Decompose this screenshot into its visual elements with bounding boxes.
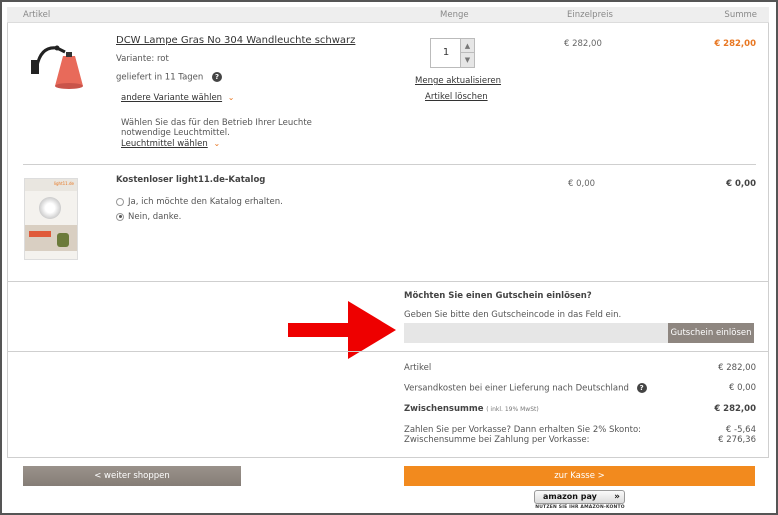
item-unit-price: € 282,00	[564, 39, 602, 49]
prepay-value1: € -5,64	[725, 425, 756, 435]
checkout-button[interactable]: zur Kasse >	[404, 466, 755, 486]
item-sum: € 282,00	[714, 39, 756, 49]
totals-subtotal-value: € 282,00	[714, 404, 756, 414]
increment-arrow-icon[interactable]: ▲	[461, 39, 474, 53]
item-delivery: geliefert in 11 Tagen ?	[116, 72, 223, 83]
catalog-option-yes[interactable]: Ja, ich möchte den Katalog erhalten.	[116, 197, 283, 207]
catalog-title: Kostenloser light11.de-Katalog	[116, 175, 266, 185]
header-sum: Summe	[724, 10, 757, 20]
option-yes-label: Ja, ich möchte den Katalog erhalten.	[128, 197, 283, 207]
shipping-label: Versandkosten bei einer Lieferung nach D…	[404, 383, 629, 394]
double-chevron-right-icon: »	[614, 492, 620, 502]
prepay-line2: Zwischensumme bei Zahlung per Vorkasse:	[404, 435, 590, 445]
decrement-arrow-icon[interactable]: ▼	[461, 53, 474, 67]
amazon-pay-subtitle: NUTZEN SIE IHR AMAZON-KONTO	[535, 505, 625, 510]
chevron-down-icon: ⌄	[227, 93, 235, 102]
bulb-link[interactable]: Leuchtmittel wählen	[121, 139, 208, 149]
delivery-text: geliefert in 11 Tagen	[116, 72, 204, 83]
totals-article-value: € 282,00	[718, 363, 756, 373]
divider	[23, 164, 756, 165]
catalog-unit-price: € 0,00	[568, 179, 596, 189]
option-no-label: Nein, danke.	[128, 212, 182, 222]
header-qty: Menge	[440, 10, 469, 20]
header-article: Artikel	[23, 10, 51, 20]
divider	[7, 351, 769, 352]
left-border	[7, 23, 8, 458]
prepay-values: € -5,64 € 276,36	[718, 425, 756, 445]
stepper-buttons: ▲ ▼	[460, 39, 474, 67]
catalog-sum: € 0,00	[726, 179, 756, 189]
continue-shopping-button[interactable]: < weiter shoppen	[23, 466, 241, 486]
right-border	[768, 23, 769, 458]
subtotal-note: ( inkl. 19% MwSt)	[486, 406, 539, 413]
totals-article-label: Artikel	[404, 363, 432, 373]
quantity-value[interactable]: 1	[431, 47, 461, 58]
divider	[7, 281, 769, 282]
amazon-pay-button[interactable]: amazon pay »	[534, 490, 625, 504]
other-variant-link[interactable]: andere Variante wählen	[121, 93, 222, 103]
totals-shipping-value: € 0,00	[728, 383, 756, 393]
divider	[7, 457, 769, 458]
radio-no[interactable]	[116, 212, 124, 221]
item-name-link[interactable]: DCW Lampe Gras No 304 Wandleuchte schwar…	[116, 35, 355, 46]
amazon-pay-label: amazon pay	[543, 492, 597, 501]
totals-shipping: Versandkosten bei einer Lieferung nach D…	[404, 383, 647, 394]
header-unit-price: Einzelpreis	[567, 10, 613, 20]
prepay-value2: € 276,36	[718, 435, 756, 445]
red-arrow-icon	[288, 301, 396, 359]
catalog-brand: light11.de	[53, 181, 74, 186]
update-quantity-link[interactable]: Menge aktualisieren	[415, 76, 501, 86]
catalog-image: light11.de	[24, 178, 78, 260]
chevron-down-icon: ⌄	[213, 139, 221, 148]
delete-item-link[interactable]: Artikel löschen	[425, 92, 488, 102]
bulb-note: Wählen Sie das für den Betrieb Ihrer Leu…	[121, 118, 312, 138]
coupon-title: Möchten Sie einen Gutschein einlösen?	[404, 291, 592, 301]
other-variant-dropdown[interactable]: andere Variante wählen ⌄	[121, 93, 234, 103]
item-variant: Variante: rot	[116, 54, 169, 64]
prepay-info: Zahlen Sie per Vorkasse? Dann erhalten S…	[404, 425, 641, 445]
prepay-line1: Zahlen Sie per Vorkasse? Dann erhalten S…	[404, 425, 642, 435]
quantity-stepper[interactable]: 1 ▲ ▼	[430, 38, 475, 68]
radio-yes[interactable]	[116, 197, 124, 206]
coupon-hint: Geben Sie bitte den Gutscheincode in das…	[404, 310, 622, 320]
help-icon[interactable]: ?	[636, 383, 647, 393]
bulb-dropdown[interactable]: Leuchtmittel wählen ⌄	[121, 139, 220, 149]
cart-table-header: Artikel Menge Einzelpreis Summe	[7, 7, 769, 23]
help-icon[interactable]: ?	[212, 72, 223, 82]
totals-subtotal: Zwischensumme ( inkl. 19% MwSt)	[404, 404, 539, 414]
catalog-option-no[interactable]: Nein, danke.	[116, 212, 181, 222]
redeem-coupon-button[interactable]: Gutschein einlösen	[668, 323, 754, 343]
subtotal-label: Zwischensumme	[404, 404, 484, 414]
coupon-input[interactable]	[404, 323, 668, 343]
lamp-product-image[interactable]	[27, 38, 89, 94]
